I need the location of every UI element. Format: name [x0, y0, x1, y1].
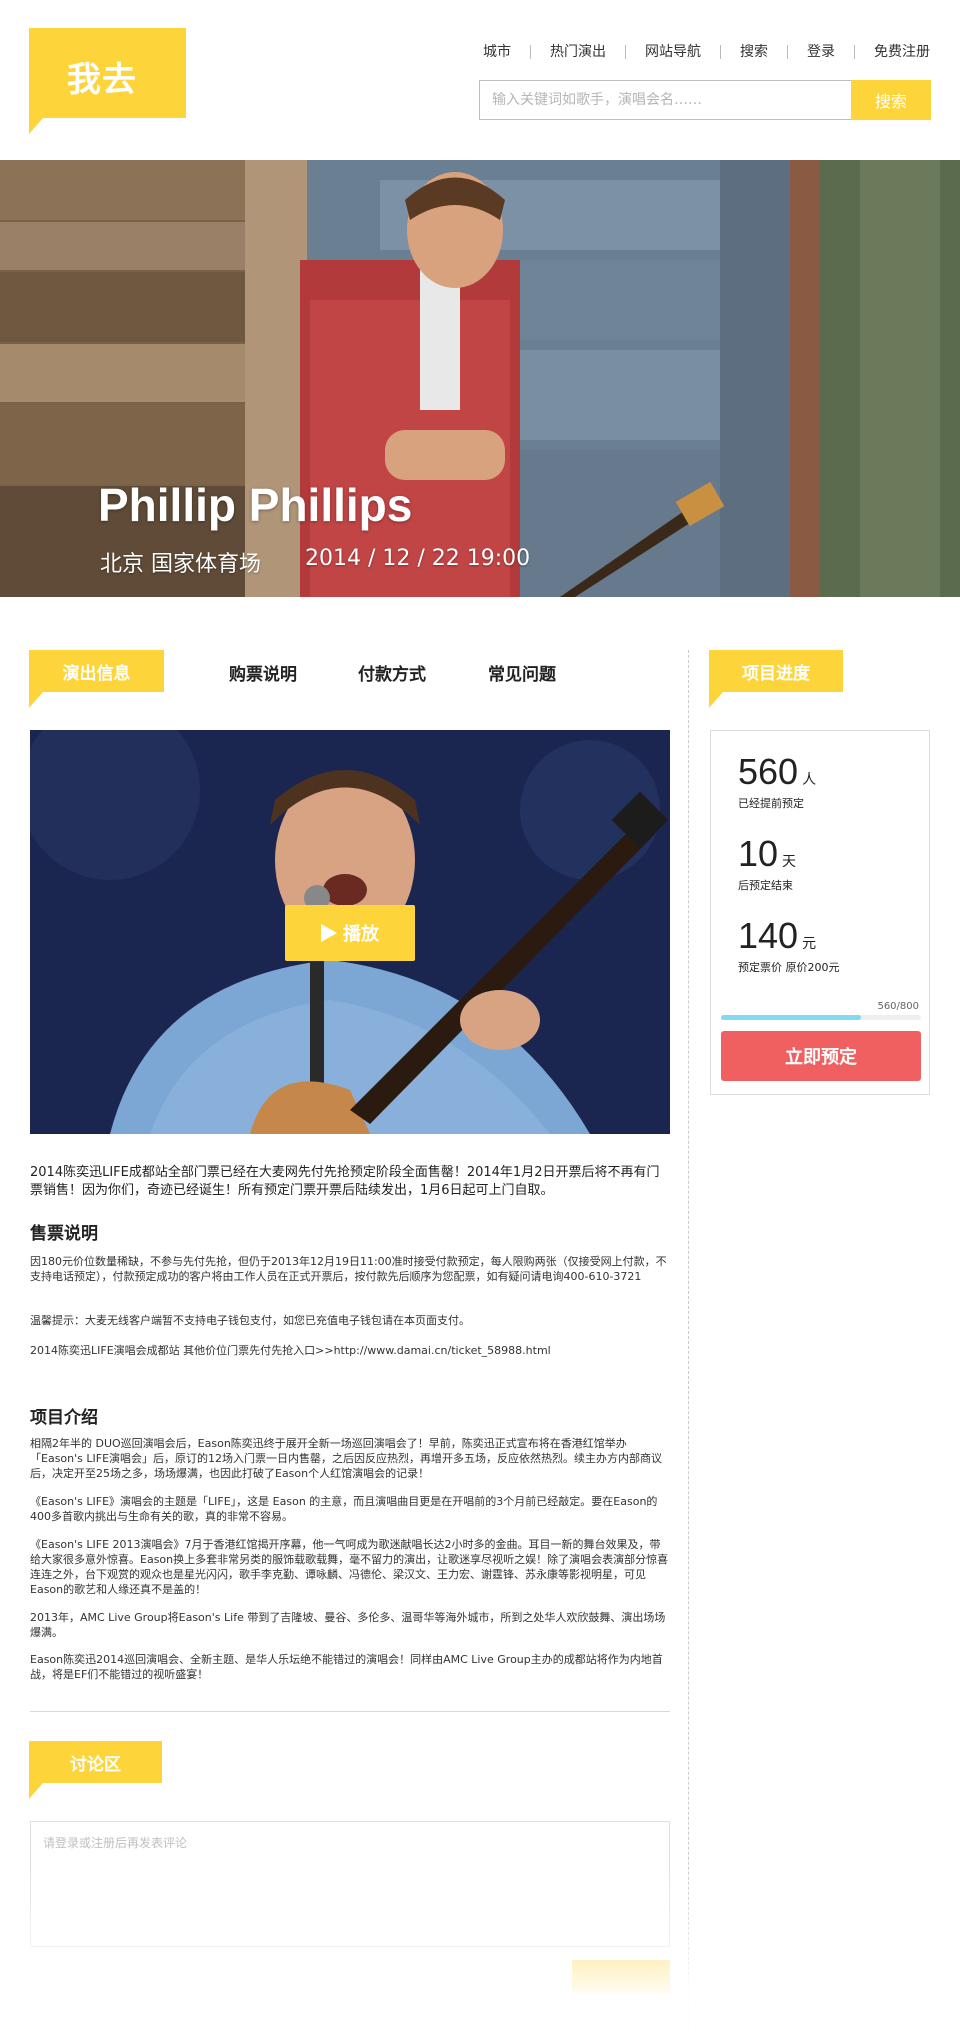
ticket-info-para: 因180元价位数量稀缺，不参与先付先抢，但仍于2013年12月19日11:00准…	[30, 1255, 667, 1283]
project-para: 《Eason's LIFE 2013演唱会》7月于香港红馆揭开序幕，他一气呵成为…	[30, 1538, 669, 1596]
stat-unit: 元	[802, 936, 817, 952]
play-button[interactable]: 播放	[285, 905, 415, 961]
event-info: 北京 国家体育场 2014 / 12 / 22 19:00	[100, 546, 530, 578]
nav-item-city[interactable]: 城市	[464, 44, 530, 60]
project-intro-heading: 项目介绍	[30, 1408, 98, 1428]
stat-reserved: 560 人 已经提前预定	[738, 751, 816, 811]
reserve-now-button[interactable]: 立即预定	[721, 1031, 921, 1081]
nav-item-search[interactable]: 搜索	[721, 44, 787, 60]
discussion-title: 讨论区	[29, 1741, 162, 1799]
progress-title: 项目进度	[709, 650, 843, 708]
stat-price: 140 元 预定票价 原价200元	[738, 915, 840, 975]
search-input[interactable]	[479, 80, 851, 120]
nav-item-site-nav[interactable]: 网站导航	[626, 44, 720, 60]
stat-value: 560	[738, 751, 799, 792]
play-label: 播放	[343, 924, 379, 945]
tab-show-info[interactable]: 演出信息	[29, 650, 164, 708]
tab-ticket-info[interactable]: 购票说明	[229, 660, 297, 685]
ticket-info-heading: 售票说明	[30, 1224, 98, 1244]
progress-bar-fill	[721, 1015, 861, 1020]
stat-days-left: 10 天 后预定结束	[738, 833, 796, 893]
progress-text: 560/800	[877, 1001, 919, 1012]
comment-input[interactable]	[30, 1821, 670, 1947]
project-para: 相隔2年半的 DUO巡回演唱会后，Eason陈奕迅终于展开全新一场巡回演唱会了！…	[30, 1437, 663, 1480]
logo-text: 我去	[67, 60, 137, 100]
stat-label: 预定票价 原价200元	[738, 961, 840, 974]
project-para: Eason陈奕迅2014巡回演唱会、全新主题、是华人乐坛绝不能错过的演唱会！同样…	[30, 1653, 663, 1681]
ticket-link[interactable]: 2014陈奕迅LIFE演唱会成都站 其他价位门票先付先抢入口>>http://w…	[30, 1343, 670, 1358]
column-divider	[688, 650, 689, 2030]
event-datetime: 2014 / 12 / 22 19:00	[305, 546, 531, 571]
play-icon	[321, 924, 337, 942]
comment-submit-button[interactable]	[572, 1960, 670, 1994]
video-player[interactable]: 播放	[30, 730, 670, 1134]
hero-banner: Phillip Phillips 北京 国家体育场 2014 / 12 / 22…	[0, 160, 960, 597]
event-intro: 2014陈奕迅LIFE成都站全部门票已经在大麦网先付先抢预定阶段全面售罄！201…	[30, 1165, 660, 1198]
stat-unit: 天	[782, 854, 797, 870]
ticket-tip-para: 温馨提示：大麦无线客户端暂不支持电子钱包支付，如您已充值电子钱包请在本页面支付。	[30, 1314, 470, 1327]
nav-item-hot-shows[interactable]: 热门演出	[531, 44, 625, 60]
logo[interactable]: 我去	[29, 28, 186, 134]
tab-payment[interactable]: 付款方式	[358, 660, 426, 685]
venue: 北京 国家体育场	[100, 552, 261, 577]
stat-unit: 人	[802, 772, 817, 788]
stat-value: 10	[738, 833, 779, 874]
nav-item-login[interactable]: 登录	[788, 44, 854, 60]
progress-card: 560 人 已经提前预定 10 天 后预定结束 140 元 预定票价 原价200元 5…	[710, 730, 930, 1095]
project-para: 2013年，AMC Live Group将Eason's Life 带到了吉隆坡…	[30, 1611, 666, 1639]
progress-bar	[721, 1015, 921, 1020]
artist-name: Phillip Phillips	[98, 479, 413, 531]
stat-value: 140	[738, 915, 799, 956]
nav-item-register[interactable]: 免费注册	[855, 44, 930, 60]
search-button[interactable]: 搜索	[851, 80, 931, 120]
stat-label: 后预定结束	[738, 879, 793, 892]
project-para: 《Eason's LIFE》演唱会的主题是「LIFE」，这是 Eason 的主意…	[30, 1495, 658, 1523]
tab-faq[interactable]: 常见问题	[488, 660, 556, 685]
stat-label: 已经提前预定	[738, 797, 804, 810]
top-nav: 城市 热门演出 网站导航 搜索 登录 免费注册	[464, 44, 930, 60]
section-divider	[30, 1711, 670, 1712]
